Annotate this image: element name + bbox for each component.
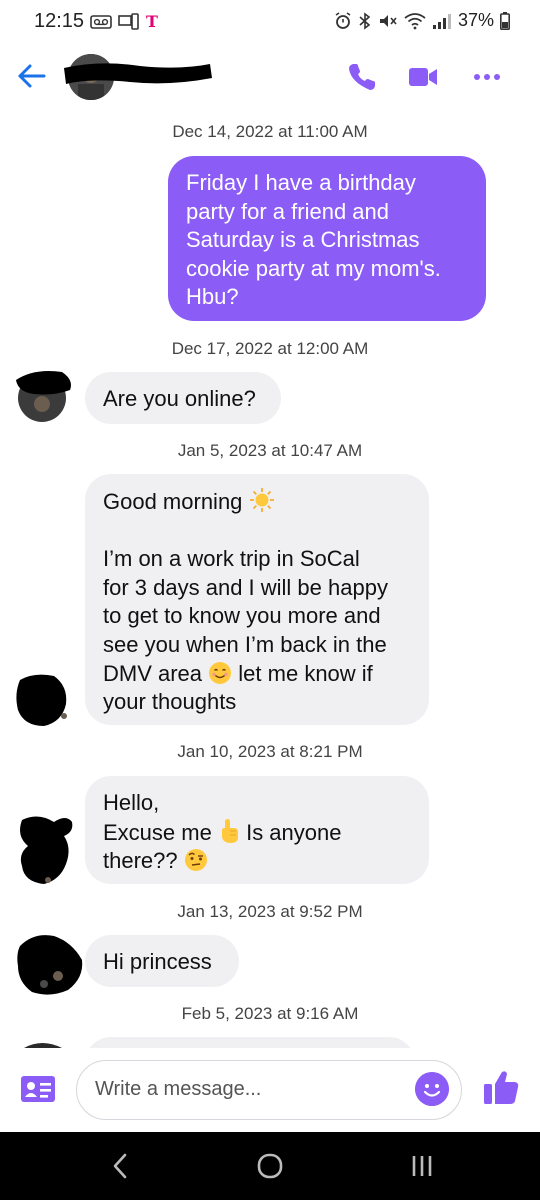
arrow-left-icon[interactable] <box>14 58 50 94</box>
message-line: I’m on a work trip in SoCal <box>103 546 360 572</box>
wifi-icon <box>404 12 426 29</box>
message-input-placeholder: Write a message... <box>95 1078 262 1100</box>
message-text: there?? <box>103 848 178 874</box>
message-line: your thoughts <box>103 689 237 715</box>
message-line: to get to know you more and <box>103 603 381 629</box>
message-line: party for a friend and <box>186 198 390 224</box>
timestamp: Jan 13, 2023 at 9:52 PM <box>177 902 363 921</box>
outgoing-message[interactable]: Friday I have a birthday party for a fri… <box>168 156 486 321</box>
incoming-message[interactable]: Are you online? <box>85 372 281 424</box>
sender-avatar[interactable] <box>14 670 70 728</box>
video-icon[interactable] <box>406 60 440 94</box>
timestamp: Dec 17, 2022 at 12:00 AM <box>171 339 369 358</box>
pointing-up-emoji <box>221 818 238 843</box>
signal-icon <box>432 13 451 29</box>
battery-percent: 37% <box>457 10 494 30</box>
sender-avatar[interactable] <box>14 926 86 998</box>
incoming-message[interactable]: Hi princess <box>85 935 239 987</box>
timestamp: Dec 14, 2022 at 11:00 AM <box>172 122 368 141</box>
message-thread[interactable]: Dec 14, 2022 at 11:00 AM Friday I have a… <box>0 108 540 1048</box>
message-input[interactable]: Write a message... <box>76 1060 462 1120</box>
back-nav-icon[interactable] <box>110 1152 130 1180</box>
timestamp: Jan 10, 2023 at 8:21 PM <box>177 742 363 761</box>
message-line: see you when I’m back in the <box>103 631 387 657</box>
message-line: for 3 days and I will be happy <box>103 574 388 600</box>
message-line: Hi princess <box>103 949 212 974</box>
conversation-header: M <box>0 44 540 108</box>
voicemail-icon <box>90 14 112 29</box>
status-right-icons: 37% <box>334 10 510 31</box>
message-line: cookie party at my mom's. <box>186 255 441 281</box>
timestamp: Jan 5, 2023 at 10:47 AM <box>177 441 363 460</box>
incoming-message-partial[interactable] <box>85 1037 415 1048</box>
message-line: Hello, <box>103 790 160 815</box>
redaction-scribble <box>64 63 212 84</box>
message-line: there?? <box>103 847 411 876</box>
bluetooth-icon <box>359 11 371 30</box>
message-line: Hbu? <box>186 284 239 310</box>
message-text: Excuse me <box>103 819 212 845</box>
status-left-icons: T <box>90 12 158 31</box>
phone-mirror-icon <box>118 12 139 30</box>
sender-avatar[interactable] <box>14 366 72 424</box>
mute-icon <box>379 14 397 27</box>
phone-icon[interactable] <box>345 60 379 94</box>
message-composer: Write a message... <box>0 1048 540 1132</box>
timestamp: Feb 5, 2023 at 9:16 AM <box>181 1004 359 1023</box>
carrier-logo: T <box>146 12 158 31</box>
message-text: Is anyone <box>246 819 342 845</box>
message-text: let me know if <box>238 660 373 686</box>
system-nav-bar <box>0 1132 540 1200</box>
message-line: Friday I have a birthday <box>186 170 416 195</box>
message-line <box>103 517 411 546</box>
thumbs-up-icon[interactable] <box>482 1068 520 1108</box>
home-nav-icon[interactable] <box>257 1152 283 1180</box>
incoming-message[interactable]: Good morning I’m on a work trip in SoCal… <box>85 474 429 725</box>
sun-emoji <box>249 488 274 512</box>
message-line: Excuse me Is anyone <box>103 818 411 848</box>
sender-avatar[interactable] <box>14 1038 72 1048</box>
message-line: Saturday is a Christmas <box>186 227 420 253</box>
status-time: 12:15 <box>34 10 85 32</box>
battery-icon <box>500 11 510 30</box>
more-icon[interactable] <box>470 60 504 94</box>
emoji-icon[interactable] <box>415 1072 449 1106</box>
message-text: Good morning <box>103 489 243 514</box>
status-bar: 12:15 T 37% <box>0 0 540 44</box>
smiling-face-emoji <box>209 661 232 684</box>
message-line: DMV area let me know if <box>103 660 411 689</box>
face-with-raised-eyebrow-emoji <box>184 849 207 872</box>
message-line: Are you online? <box>103 386 256 411</box>
incoming-message[interactable]: Hello, Excuse me Is anyone there?? <box>85 776 429 884</box>
recents-nav-icon[interactable] <box>410 1152 434 1180</box>
sender-avatar[interactable] <box>14 808 76 888</box>
message-text: DMV area <box>103 660 203 686</box>
message-line: Good morning <box>103 487 411 517</box>
contact-card-icon[interactable] <box>20 1074 56 1104</box>
alarm-icon <box>335 11 351 29</box>
